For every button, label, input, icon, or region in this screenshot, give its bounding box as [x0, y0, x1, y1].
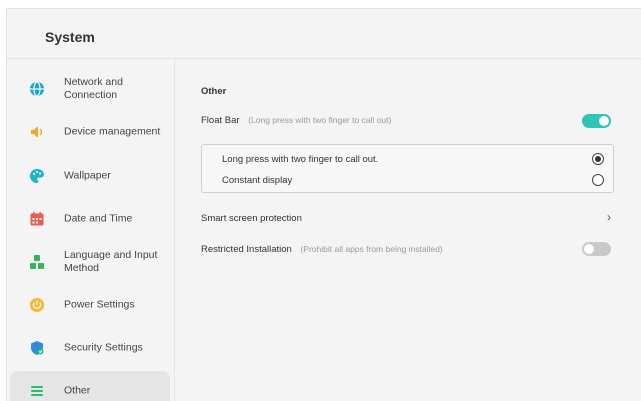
float-bar-row: Float Bar (Long press with two finger to… — [201, 115, 391, 126]
chevron-right-icon[interactable]: › — [607, 210, 611, 224]
restricted-installation-label: Restricted Installation — [201, 244, 292, 255]
sidebar-item-wallpaper[interactable]: Wallpaper — [10, 156, 170, 196]
sidebar-item-other[interactable]: Other — [10, 371, 170, 401]
float-bar-hint: (Long press with two finger to call out) — [248, 115, 392, 125]
calendar-icon — [30, 212, 44, 226]
palette-icon — [30, 169, 44, 183]
sidebar: Network and Connection Device management… — [7, 59, 175, 401]
restricted-installation-row: Restricted Installation (Prohibit all ap… — [201, 244, 443, 255]
option-constant-display-label: Constant display — [222, 175, 293, 186]
page-title: System — [45, 29, 95, 45]
toggle-knob — [584, 244, 594, 254]
settings-window: System Network and Connection Device man… — [6, 8, 641, 401]
smart-screen-protection-label[interactable]: Smart screen protection — [201, 213, 302, 224]
restricted-installation-hint: (Prohibit all apps from being installed) — [300, 244, 443, 254]
sidebar-item-network[interactable]: Network and Connection — [10, 69, 170, 109]
option-long-press-label: Long press with two finger to call out. — [222, 154, 379, 165]
header: System — [7, 9, 641, 59]
float-bar-toggle[interactable] — [582, 114, 611, 128]
option-constant-display-radio[interactable] — [592, 174, 604, 186]
language-icon — [30, 255, 44, 269]
sidebar-item-label: Language and Input Method — [64, 249, 158, 274]
float-bar-options: Long press with two finger to call out. … — [201, 144, 614, 193]
sidebar-item-label: Network and Connection — [64, 76, 123, 101]
section-title: Other — [201, 86, 227, 97]
power-icon — [30, 298, 44, 312]
sidebar-item-power[interactable]: Power Settings — [10, 285, 170, 325]
speaker-icon — [31, 126, 43, 138]
globe-icon — [30, 81, 44, 97]
restricted-installation-toggle[interactable] — [582, 242, 611, 256]
sidebar-item-label: Wallpaper — [64, 169, 111, 182]
sidebar-item-label: Security Settings — [64, 341, 143, 354]
menu-icon — [31, 386, 43, 396]
sidebar-item-label: Power Settings — [64, 298, 135, 311]
sidebar-item-date-time[interactable]: Date and Time — [10, 199, 170, 239]
toggle-knob — [599, 116, 609, 126]
option-long-press-radio[interactable] — [592, 153, 604, 165]
sidebar-item-language-input[interactable]: Language and Input Method — [10, 242, 170, 282]
shield-icon — [31, 341, 44, 355]
sidebar-item-label: Date and Time — [64, 212, 133, 225]
sidebar-item-label: Device management — [64, 125, 161, 138]
sidebar-item-label: Other — [64, 384, 91, 397]
sidebar-item-security[interactable]: Security Settings — [10, 328, 170, 368]
content-panel: Other Float Bar (Long press with two fin… — [176, 59, 641, 401]
sidebar-item-device-management[interactable]: Device management — [10, 112, 170, 152]
float-bar-label: Float Bar — [201, 115, 240, 126]
